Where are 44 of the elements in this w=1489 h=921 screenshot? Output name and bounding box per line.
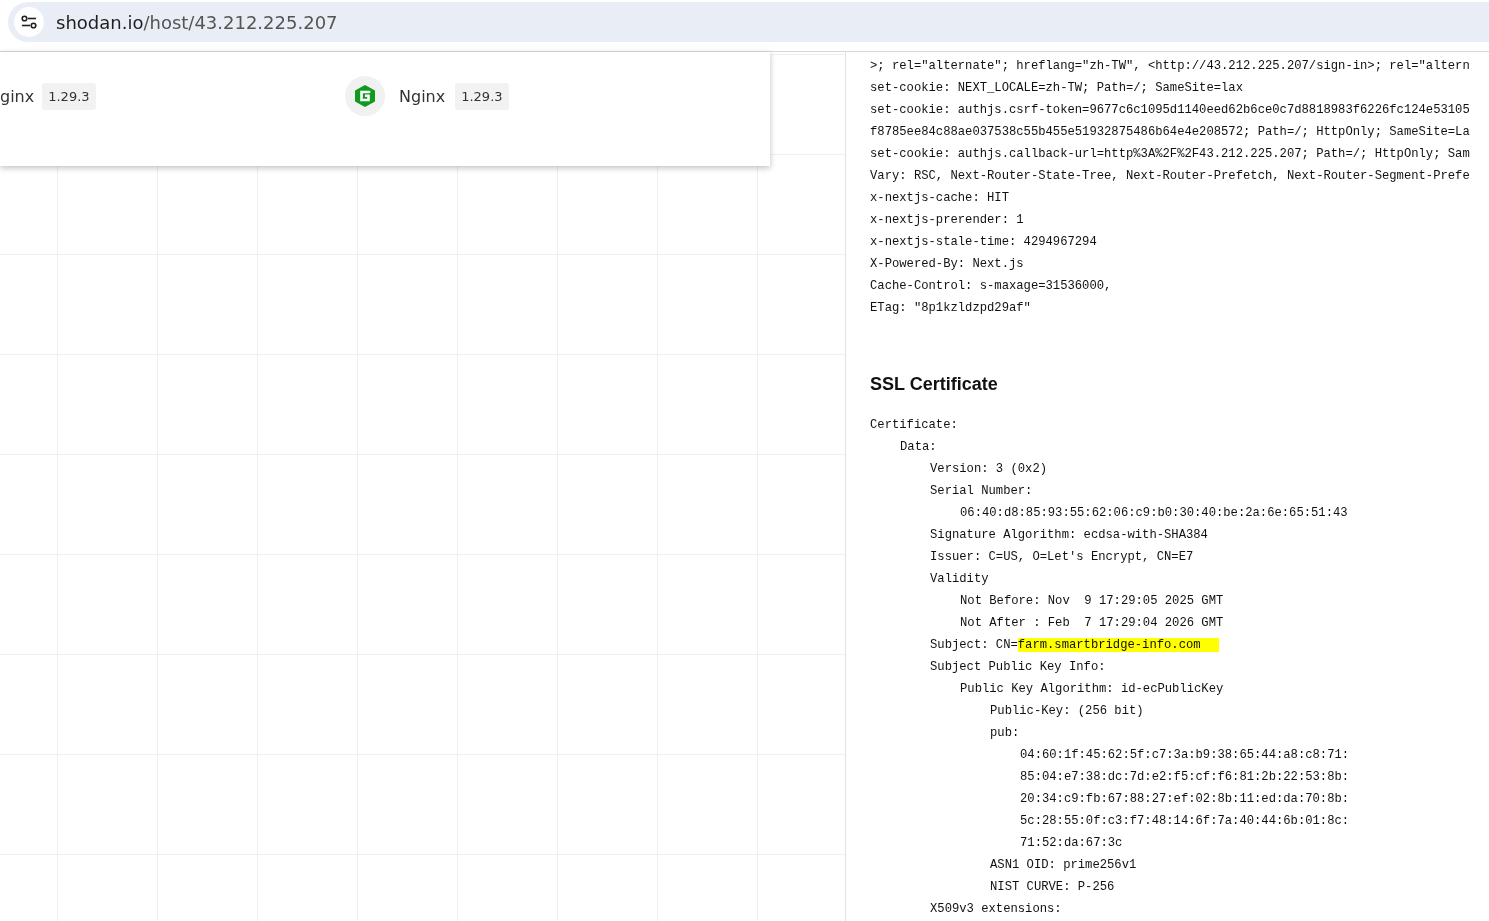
certificate-line: 5c:28:55:0f:c3:f7:48:14:6f:7a:40:44:6b:01:8c: <box>1019 813 1351 830</box>
header-line: X-Powered-By: Next.js <box>870 256 1025 273</box>
header-line: x-nextjs-prerender: 1 <box>870 212 1025 229</box>
certificate-line: 06:40:d8:85:93:55:62:06:c9:b0:30:40:be:2a:6e:65:51:43 <box>959 505 1349 522</box>
address-bar[interactable]: shodan.io/host/43.212.225.207 <box>8 2 1489 42</box>
section-heading: SSL Certificate <box>870 374 999 395</box>
certificate-line: ASN1 OID: prime256v1 <box>989 857 1138 874</box>
certificate-line: pub: <box>989 725 1021 742</box>
header-line: set-cookie: NEXT_LOCALE=zh-TW; Path=/; SameSite=lax <box>870 80 1244 97</box>
certificate-line: 20:34:c9:fb:67:88:27:ef:02:8b:11:ed:da:70:8b: <box>1019 791 1351 808</box>
certificate-line: Not Before: Nov 9 17:29:05 2025 GMT <box>959 593 1225 610</box>
header-line: set-cookie: authjs.csrf-token=9677c6c1095d1140eed62b6ce0c7d8818983f6226fc124e53105 <box>870 102 1471 119</box>
certificate-line: 71:52:da:67:3c <box>1019 835 1124 852</box>
certificate-line: 85:04:e7:38:dc:7d:e2:f5:cf:f6:81:2b:22:53:8b: <box>1019 769 1351 786</box>
header-line: >; rel="alternate"; hreflang="zh-TW", <http://43.212.225.207/sign-in>; rel="altern <box>870 58 1471 75</box>
certificate-line: 04:60:1f:45:62:5f:c7:3a:b9:38:65:44:a8:c8:71: <box>1019 747 1351 764</box>
certificate-line: Not After : Feb 7 17:29:04 2026 GMT <box>959 615 1225 632</box>
header-line: Vary: RSC, Next-Router-State-Tree, Next-Router-Prefetch, Next-Router-Segment-Prefe <box>870 168 1471 185</box>
certificate-line: Version: 3 (0x2) <box>929 461 1049 478</box>
certificate-line: Validity <box>929 571 990 588</box>
site-settings-icon[interactable] <box>14 7 44 37</box>
certificate-line: Serial Number: <box>929 483 1034 500</box>
hexagon-logo-icon <box>345 76 385 116</box>
certificate-line: Certificate: <box>870 417 959 434</box>
header-line: set-cookie: authjs.callback-url=http%3A%2F%2F43.212.225.207; Path=/; HttpOnly; Sam <box>870 146 1471 163</box>
header-line: x-nextjs-cache: HIT <box>870 190 1010 207</box>
technology-name: Nginx <box>399 86 446 106</box>
certificate-line: Public Key Algorithm: id-ecPublicKey <box>959 681 1225 698</box>
header-line: x-nextjs-stale-time: 4294967294 <box>870 234 1098 251</box>
url-text: shodan.io/host/43.212.225.207 <box>56 11 338 33</box>
header-line: ETag: "8p1kzldzpd29af" <box>870 300 1032 317</box>
version-tag: 1.29.3 <box>42 82 96 110</box>
certificate-line: X509v3 extensions: <box>929 901 1063 918</box>
certificate-line: NIST CURVE: P-256 <box>989 879 1116 896</box>
version-tag: 1.29.3 <box>455 82 509 110</box>
certificate-line: Subject Public Key Info: <box>929 659 1107 676</box>
header-line: Cache-Control: s-maxage=31536000, <box>870 278 1113 295</box>
certificate-line: Data: <box>899 439 938 456</box>
certificate-line: Signature Algorithm: ecdsa-with-SHA384 <box>929 527 1209 544</box>
certificate-line: Issuer: C=US, O=Let's Encrypt, CN=E7 <box>929 549 1195 566</box>
header-line: f8785ee84c88ae037538c55b455e51932875486b64e4e208572; Path=/; HttpOnly; SameSite=La <box>870 124 1471 141</box>
certificate-line: Subject: CN=farm.smartbridge-info.com <box>870 634 1489 656</box>
technology-name: ginx <box>0 86 35 106</box>
certificate-line: Public-Key: (256 bit) <box>989 703 1145 720</box>
